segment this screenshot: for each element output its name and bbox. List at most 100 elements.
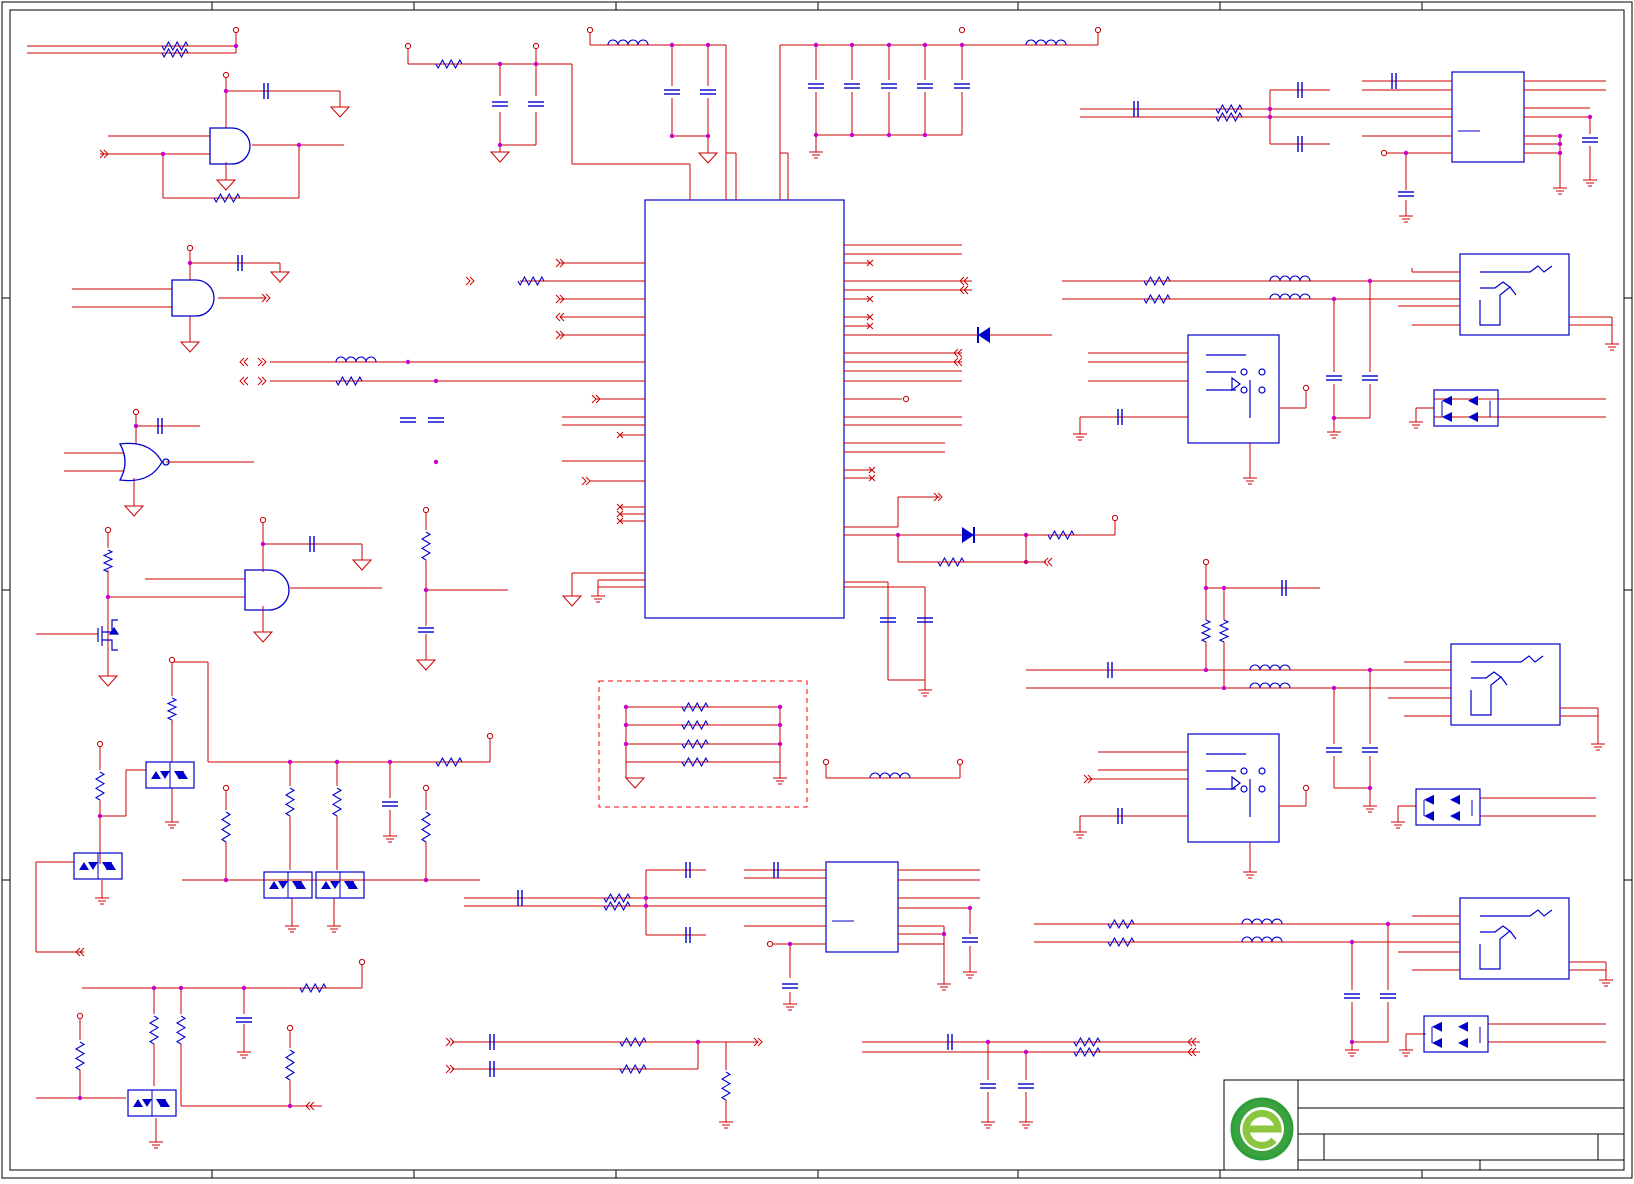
diode-wiring [897, 520, 1116, 563]
junction-dot [423, 587, 429, 593]
resistor [102, 549, 114, 573]
resistor [1073, 1036, 1101, 1048]
relay-top [1187, 334, 1280, 444]
resistor [435, 58, 463, 70]
resistor [420, 811, 432, 843]
junction-dot [423, 877, 429, 883]
resistor [1218, 619, 1230, 643]
junction-dot [160, 151, 166, 157]
junction-dot [1367, 667, 1373, 673]
junction-dot [133, 423, 139, 429]
resistor [420, 531, 432, 561]
power-terminal [486, 732, 494, 740]
inductor [1249, 682, 1291, 689]
junction-dot [1221, 585, 1227, 591]
junction-dot [849, 132, 855, 138]
power-terminal [766, 940, 774, 948]
power-terminal [96, 740, 104, 748]
junction-dot [1367, 785, 1373, 791]
junction-dot [1557, 150, 1563, 156]
ground-icon [329, 106, 351, 118]
junction-dot [669, 42, 675, 48]
junction-dot [813, 42, 819, 48]
resistor [619, 1036, 647, 1048]
power-terminal [586, 26, 594, 34]
power-terminal [132, 408, 140, 416]
ground-icon [489, 151, 511, 163]
junction-dot [1331, 685, 1337, 691]
junction-dot [705, 42, 711, 48]
resistor [603, 900, 631, 912]
power-terminal [104, 526, 112, 534]
inductor [607, 39, 649, 46]
inductors [335, 39, 1311, 943]
diode-array [1423, 1015, 1489, 1053]
inductor [869, 772, 911, 779]
resistor [1143, 293, 1171, 305]
resistor [1215, 111, 1243, 123]
power-terminal [902, 395, 910, 403]
resistor [220, 811, 232, 843]
resistor [517, 275, 545, 287]
junction-dot [1203, 585, 1209, 591]
diode-icon [1432, 1038, 1468, 1048]
main-ic [644, 199, 845, 619]
power-terminal [958, 26, 966, 34]
junction-dot [260, 541, 266, 547]
schematic-canvas [1, 1, 1633, 1179]
junction-dot [387, 759, 393, 765]
ground-icon [624, 777, 646, 789]
junction-dot [1267, 106, 1273, 112]
main-ic-left-pins [270, 262, 645, 596]
capacitors-vertical [236, 83, 1598, 1089]
offpage-connector [465, 276, 475, 286]
schematic-sheet [0, 0, 1634, 1180]
green-e-logo-icon [1230, 1097, 1294, 1161]
inductor [1241, 936, 1283, 943]
resistor [1073, 1046, 1101, 1058]
junction-dot [105, 594, 111, 600]
inductor [1025, 39, 1067, 46]
power-terminal [822, 758, 830, 766]
resistor [74, 1041, 86, 1071]
junction-dot [77, 1095, 83, 1101]
junction-dot [643, 895, 649, 901]
ground-icon [351, 559, 373, 571]
resistor [435, 756, 463, 768]
junction-dot [623, 741, 629, 747]
junction-dot [777, 704, 783, 710]
junction-dot [1331, 415, 1337, 421]
junction-dot [967, 905, 973, 911]
power-terminal [1202, 558, 1210, 566]
resistor [681, 719, 709, 731]
ground-icon [215, 179, 237, 191]
junction-dot [1267, 114, 1273, 120]
ground-icon [269, 271, 291, 283]
resistor [284, 1049, 296, 1081]
resistor [681, 738, 709, 750]
resistor [299, 982, 327, 994]
ground-icon [97, 675, 119, 687]
ground-icon [252, 631, 274, 643]
resistor [681, 756, 709, 768]
power-terminal [1380, 149, 1388, 157]
junction-dot [433, 378, 439, 384]
transceiver-bottom-wiring [464, 869, 980, 1004]
right-lower-wiring [1034, 915, 1607, 1050]
inductor [1241, 918, 1283, 925]
junction-dot [886, 42, 892, 48]
power-terminal [1094, 26, 1102, 34]
offpage-connector [239, 376, 249, 386]
inductor [335, 356, 377, 363]
resistor [161, 47, 189, 59]
power-terminal [259, 516, 267, 524]
main-ic-right-pins [844, 244, 1115, 690]
junction-dot [151, 985, 157, 991]
junction-dot [287, 759, 293, 765]
main-ic-top-pins [571, 45, 789, 200]
bottom-signal-lines [452, 1041, 1200, 1122]
junction-dot [1367, 278, 1373, 284]
resistor [1107, 936, 1135, 948]
gate-wiring-left [36, 76, 508, 676]
inductor [1249, 664, 1291, 671]
